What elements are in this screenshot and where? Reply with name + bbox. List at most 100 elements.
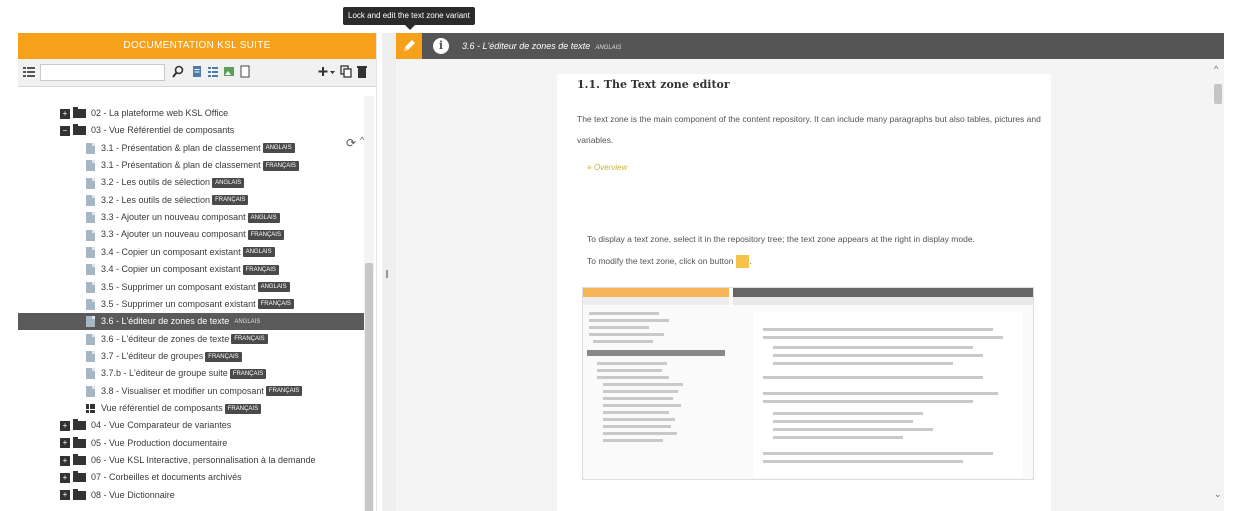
viewer-header: i 3.6 - L'éditeur de zones de texte ANGLA… — [396, 33, 1224, 59]
tree-item-label: 3.5 - Supprimer un composant existant — [101, 281, 256, 292]
repository-tree: +02 - La plateforme web KSL Office − 03 - … — [18, 96, 374, 511]
tree-item-label: 06 - Vue KSL Interactive, personnalisati… — [91, 455, 316, 465]
tree-item-label: 04 - Vue Comparateur de variantes — [91, 420, 232, 431]
expand-icon[interactable]: + — [60, 472, 70, 483]
tree-document-item[interactable]: 3.5 - Supprimer un composant existant FRA… — [18, 296, 364, 313]
document-icon — [86, 246, 95, 258]
tree-document-item[interactable]: 3.2 - Les outils de sélection ANGLAIS — [18, 174, 364, 191]
document-icon — [86, 385, 95, 397]
add-menu-icon[interactable] — [318, 65, 336, 79]
language-badge: FRANÇAIS — [212, 195, 249, 206]
expand-icon[interactable]: + — [60, 108, 70, 119]
edit-button[interactable] — [396, 33, 422, 59]
viewer-title: 3.6 - L'éditeur de zones de texte ANGLAIS — [462, 33, 621, 61]
tree-folder-item[interactable]: +04 - Vue Comparateur de variantes — [18, 417, 364, 434]
viewer-body: 1.1. The Text zone editor The text zone … — [396, 59, 1224, 511]
blank-document-icon[interactable] — [239, 65, 251, 79]
tree-item-label: 3.2 - Les outils de sélection — [101, 177, 211, 188]
tree-folder-item[interactable]: +08 - Vue Dictionnaire — [18, 487, 364, 504]
viewer-scroll-thumb[interactable] — [1214, 84, 1222, 104]
folder-icon — [73, 107, 86, 119]
tree-folder-item[interactable]: +05 - Vue Production documentaire — [18, 435, 364, 452]
tree-document-item[interactable]: 3.4 - Copier un composant existant FRANÇA… — [18, 261, 364, 278]
document-icon — [86, 229, 95, 241]
tree-folder-item[interactable]: +02 - La plateforme web KSL Office — [18, 105, 364, 122]
overview-link[interactable]: ≡ Overview — [587, 163, 627, 172]
tree-item-label: Vue référentiel de composants — [101, 402, 223, 413]
tree-folder-item[interactable]: +07 - Corbeilles et documents archivés — [18, 469, 364, 486]
info-icon[interactable]: i — [433, 38, 449, 54]
language-badge: ANGLAIS — [257, 282, 290, 293]
tree-item-label: 3.7 - L'éditeur de groupes — [101, 350, 204, 361]
document-heading: 1.1. The Text zone editor — [577, 78, 730, 91]
tree-document-item[interactable]: 3.5 - Supprimer un composant existant ANG… — [18, 279, 364, 296]
tree-folder-item[interactable]: +06 - Vue KSL Interactive, personnalisat… — [18, 452, 364, 469]
folder-icon — [73, 124, 86, 136]
expand-icon[interactable]: + — [60, 455, 70, 466]
pencil-icon — [404, 40, 415, 51]
tree-document-item[interactable]: 3.3 - Ajouter un nouveau composant FRANÇA… — [18, 226, 364, 243]
view-grid-icon — [86, 404, 95, 414]
folder-icon — [73, 454, 86, 466]
document-icon — [86, 368, 95, 380]
expand-icon[interactable]: + — [60, 438, 70, 449]
splitter-grip-icon[interactable] — [386, 270, 388, 278]
tree-item-label: 08 - Vue Dictionnaire — [91, 489, 175, 500]
image-filter-icon[interactable] — [223, 65, 235, 79]
tree-document-item[interactable]: 3.2 - Les outils de sélection FRANÇAIS — [18, 192, 364, 209]
tree-document-item[interactable]: 3.1 - Présentation & plan de classement A… — [18, 140, 364, 157]
sidebar-scroll-thumb[interactable] — [365, 263, 373, 511]
list-view-icon[interactable] — [22, 65, 36, 79]
modify-instructions: To modify the text zone, click on button… — [587, 255, 752, 268]
document-icon — [86, 333, 95, 345]
language-badge: FRANÇAIS — [262, 160, 299, 171]
panel-splitter[interactable] — [382, 33, 396, 511]
folder-icon — [73, 471, 86, 483]
tree-item-label: 05 - Vue Production documentaire — [91, 437, 228, 448]
tree-item-label: 3.4 - Copier un composant existant — [101, 264, 241, 275]
tree-document-item[interactable]: Vue référentiel de composants FRANÇAIS — [18, 400, 364, 417]
tree-document-item[interactable]: 3.4 - Copier un composant existant ANGLAI… — [18, 244, 364, 261]
document-icon — [86, 142, 95, 154]
language-badge: ANGLAIS — [212, 178, 245, 189]
language-badge: FRANÇAIS — [205, 351, 242, 362]
collapse-icon[interactable]: − — [60, 125, 70, 136]
tree-document-item[interactable]: 3.6 - L'éditeur de zones de texte ANGLAIS — [18, 313, 364, 331]
tree-document-item[interactable]: 3.6 - L'éditeur de zones de texte FRANÇAI… — [18, 331, 364, 348]
overview-label: Overview — [593, 163, 628, 172]
tree-document-item[interactable]: 3.1 - Présentation & plan de classement F… — [18, 157, 364, 174]
tree-folder-item[interactable]: − 03 - Vue Référentiel de composants — [18, 122, 364, 139]
tooltip: Lock and edit the text zone variant — [343, 7, 475, 30]
list-filter-icon[interactable] — [207, 65, 219, 79]
tree-item-label: 07 - Corbeilles et documents archivés — [91, 472, 242, 483]
viewer-title-text: 3.6 - L'éditeur de zones de texte — [462, 41, 591, 51]
language-badge: ANGLAIS — [242, 247, 275, 258]
search-input[interactable] — [40, 64, 165, 81]
copy-icon[interactable] — [340, 65, 352, 79]
language-badge: FRANÇAIS — [224, 403, 262, 414]
expand-icon[interactable]: + — [60, 420, 70, 431]
tree-item-label: 3.1 - Présentation & plan de classement — [101, 160, 261, 171]
document-filter-icon[interactable] — [191, 65, 203, 79]
trash-icon[interactable] — [356, 65, 368, 79]
language-badge: FRANÇAIS — [242, 264, 279, 275]
tree-document-item[interactable]: 3.7 - L'éditeur de groupes FRANÇAIS — [18, 348, 364, 365]
tree-item-label: 02 - La plateforme web KSL Office — [91, 108, 229, 118]
search-icon[interactable] — [172, 65, 184, 79]
document-page: 1.1. The Text zone editor The text zone … — [557, 74, 1051, 511]
tree-item-label: 3.3 - Ajouter un nouveau composant — [101, 229, 246, 240]
embedded-screenshot-image — [582, 287, 1034, 480]
tree-item-label: 3.7.b - L'éditeur de groupe suite — [101, 368, 228, 379]
tree-document-item[interactable]: 3.8 - Visualiser et modifier un composan… — [18, 383, 364, 400]
scroll-up-icon[interactable]: ^ — [1214, 64, 1218, 74]
document-icon — [86, 194, 95, 206]
scroll-down-icon[interactable]: ⌄ — [1214, 489, 1222, 500]
tree-document-item[interactable]: 3.7.b - L'éditeur de groupe suite FRANÇAI… — [18, 365, 364, 382]
viewer-scrollbar[interactable] — [1212, 59, 1224, 511]
tree-document-item[interactable]: 3.3 - Ajouter un nouveau composant ANGLAI… — [18, 209, 364, 226]
folder-icon — [73, 436, 86, 448]
document-icon — [86, 351, 95, 363]
document-paragraph: The text zone is the main component of t… — [577, 114, 1041, 145]
expand-icon[interactable]: + — [60, 490, 70, 501]
language-badge: ANGLAIS — [234, 318, 261, 325]
